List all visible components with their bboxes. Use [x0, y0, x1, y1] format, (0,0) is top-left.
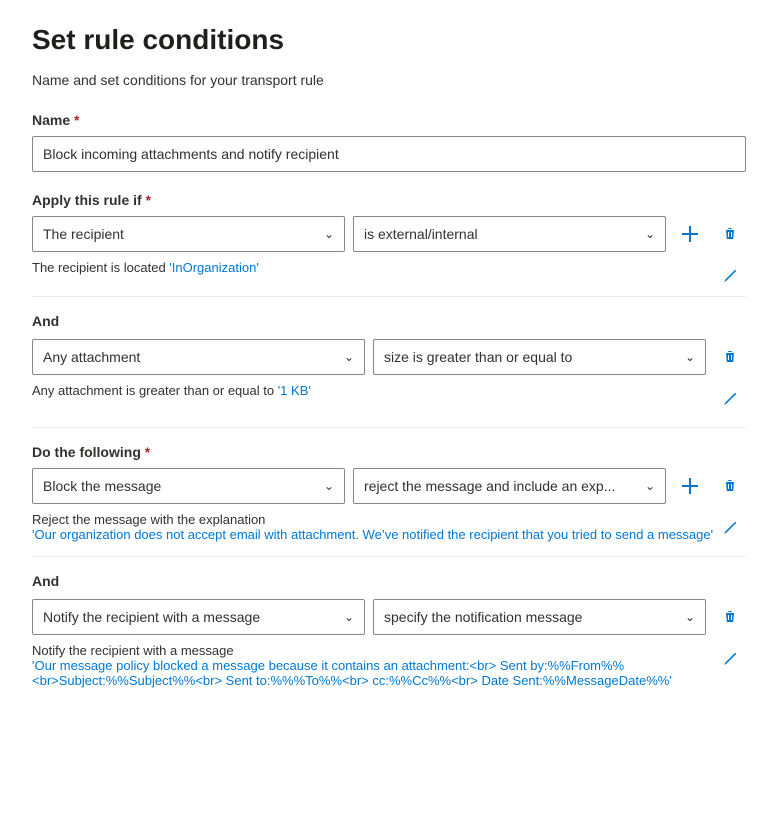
apply-add-button[interactable] [674, 218, 706, 250]
and-description-row-1: Any attachment is greater than or equal … [32, 383, 746, 415]
apply-delete-button[interactable] [714, 218, 746, 250]
and-delete-button-2[interactable] [714, 601, 746, 633]
and-label-1: And [32, 313, 746, 329]
and-description-1: Any attachment is greater than or equal … [32, 383, 714, 398]
and-dropdown-1a-text: Any attachment [43, 349, 140, 365]
do-condition-row: Block the message ⌄ reject the message a… [32, 468, 746, 504]
apply-dropdown-1-text: The recipient [43, 226, 124, 242]
and-dropdown-1b[interactable]: size is greater than or equal to ⌄ [373, 339, 706, 375]
and-edit-button-2[interactable] [714, 643, 746, 675]
do-dropdown-1[interactable]: Block the message ⌄ [32, 468, 345, 504]
trash-icon-1 [722, 349, 738, 365]
and-description-link-2[interactable]: 'Our message policy blocked a message be… [32, 658, 672, 688]
apply-description-link[interactable]: 'InOrganization' [169, 260, 259, 275]
trash-icon-do [722, 478, 738, 494]
and-edit-button-1[interactable] [714, 383, 746, 415]
name-section: Name [32, 112, 746, 172]
apply-description: The recipient is located 'InOrganization… [32, 260, 714, 275]
and-section-1: And Any attachment ⌄ size is greater tha… [32, 296, 746, 427]
apply-label: Apply this rule if [32, 192, 746, 208]
plus-icon-do [682, 478, 698, 494]
edit-icon-2 [722, 651, 738, 667]
do-delete-button[interactable] [714, 470, 746, 502]
apply-description-row: The recipient is located 'InOrganization… [32, 260, 746, 292]
do-description-link[interactable]: 'Our organization does not accept email … [32, 527, 713, 542]
and-delete-button-1[interactable] [714, 341, 746, 373]
apply-rule-section: Apply this rule if The recipient ⌄ is ex… [32, 192, 746, 292]
do-edit-button[interactable] [714, 512, 746, 544]
and-description-static-2: Notify the recipient with a message [32, 643, 234, 658]
plus-icon [682, 226, 698, 242]
and-condition-row-2: Notify the recipient with a message ⌄ sp… [32, 599, 746, 635]
and-dropdown-2a-arrow: ⌄ [344, 610, 354, 624]
name-input[interactable] [32, 136, 746, 172]
and-condition-row-1: Any attachment ⌄ size is greater than or… [32, 339, 746, 375]
and-dropdown-1b-arrow: ⌄ [685, 350, 695, 364]
do-description: Reject the message with the explanation … [32, 512, 714, 542]
do-add-button[interactable] [674, 470, 706, 502]
apply-edit-button[interactable] [714, 260, 746, 292]
and-dropdown-2b-text: specify the notification message [384, 609, 582, 625]
do-description-static: Reject the message with the explanation [32, 512, 265, 527]
edit-icon-do [722, 520, 738, 536]
apply-dropdown-2[interactable]: is external/internal ⌄ [353, 216, 666, 252]
edit-icon-1 [722, 391, 738, 407]
trash-icon [722, 226, 738, 242]
and-dropdown-1a[interactable]: Any attachment ⌄ [32, 339, 365, 375]
trash-icon-2 [722, 609, 738, 625]
and-label-2: And [32, 573, 746, 589]
and-description-2: Notify the recipient with a message 'Our… [32, 643, 714, 688]
apply-dropdown-2-arrow: ⌄ [645, 227, 655, 241]
do-dropdown-2-arrow: ⌄ [645, 479, 655, 493]
and-dropdown-1a-arrow: ⌄ [344, 350, 354, 364]
and-dropdown-2b-arrow: ⌄ [685, 610, 695, 624]
do-dropdown-2-text: reject the message and include an exp... [364, 478, 615, 494]
do-section: Do the following Block the message ⌄ rej… [32, 427, 746, 556]
apply-dropdown-1[interactable]: The recipient ⌄ [32, 216, 345, 252]
page-title: Set rule conditions [32, 24, 746, 56]
and-dropdown-2a-text: Notify the recipient with a message [43, 609, 260, 625]
edit-icon [722, 268, 738, 284]
do-label: Do the following [32, 444, 746, 460]
and-description-row-2: Notify the recipient with a message 'Our… [32, 643, 746, 688]
apply-condition-row: The recipient ⌄ is external/internal ⌄ [32, 216, 746, 252]
apply-dropdown-2-text: is external/internal [364, 226, 478, 242]
and-description-link-1[interactable]: '1 KB' [278, 383, 311, 398]
and-dropdown-2a[interactable]: Notify the recipient with a message ⌄ [32, 599, 365, 635]
page-subtitle: Name and set conditions for your transpo… [32, 72, 746, 88]
do-dropdown-2[interactable]: reject the message and include an exp...… [353, 468, 666, 504]
do-description-row: Reject the message with the explanation … [32, 512, 746, 544]
name-label: Name [32, 112, 746, 128]
do-dropdown-1-text: Block the message [43, 478, 161, 494]
apply-dropdown-1-arrow: ⌄ [324, 227, 334, 241]
and-dropdown-2b[interactable]: specify the notification message ⌄ [373, 599, 706, 635]
and-section-2: And Notify the recipient with a message … [32, 556, 746, 700]
do-dropdown-1-arrow: ⌄ [324, 479, 334, 493]
and-dropdown-1b-text: size is greater than or equal to [384, 349, 572, 365]
